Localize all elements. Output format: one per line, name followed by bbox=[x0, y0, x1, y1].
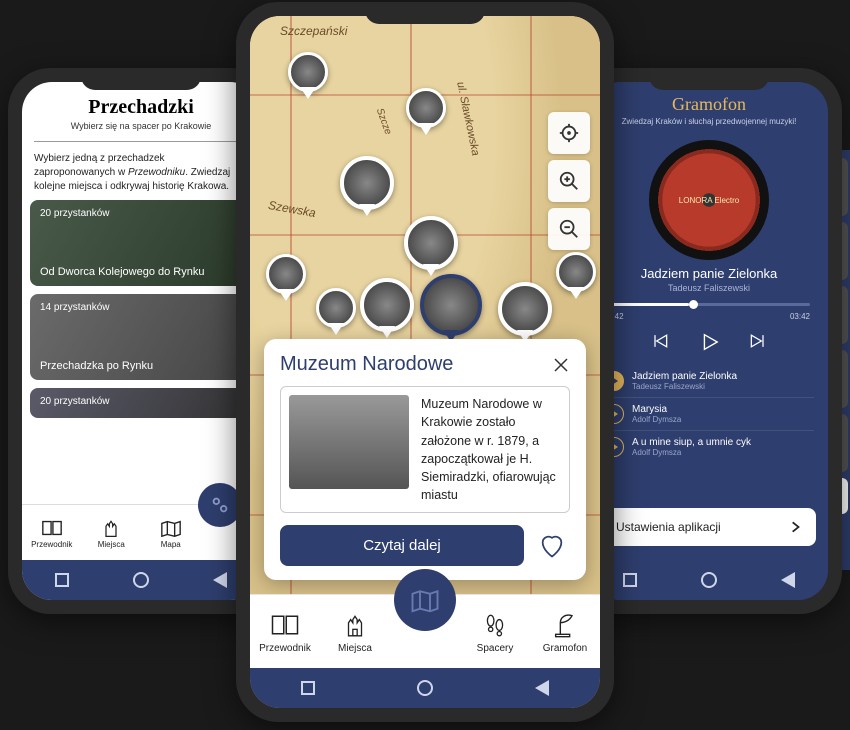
notch bbox=[649, 68, 769, 90]
tab-miejsca[interactable]: Miejsca bbox=[82, 516, 142, 549]
phone-map: Szczepański ul. Sławkowska Szewska Szcze bbox=[236, 2, 614, 722]
map-pin[interactable] bbox=[340, 156, 394, 210]
zoom-out-button[interactable] bbox=[548, 208, 590, 250]
walk-stops: 20 przystanków bbox=[40, 208, 109, 219]
back-icon[interactable] bbox=[779, 571, 797, 589]
gramophone-icon bbox=[530, 609, 600, 641]
recents-icon[interactable] bbox=[53, 571, 71, 589]
map-pin[interactable] bbox=[316, 288, 356, 328]
zoom-in-button[interactable] bbox=[548, 160, 590, 202]
tab-przewodnik[interactable]: Przewodnik bbox=[250, 609, 320, 654]
map-pin[interactable] bbox=[406, 88, 446, 128]
street-label: Szczepański bbox=[280, 24, 347, 38]
walk-name: Przechadzka po Rynku bbox=[40, 360, 153, 372]
place-description: Muzeum Narodowe w Krakowie zostało założ… bbox=[421, 395, 561, 504]
chevron-right-icon bbox=[788, 520, 802, 534]
back-icon[interactable] bbox=[211, 571, 229, 589]
playlist-item[interactable]: MarysiaAdolf Dymsza bbox=[604, 397, 814, 430]
recents-icon[interactable] bbox=[299, 679, 317, 697]
book-icon bbox=[22, 516, 82, 540]
phone-walks: Przechadzki Wybierz się na spacer po Kra… bbox=[8, 68, 274, 614]
locate-button[interactable] bbox=[548, 112, 590, 154]
crosshair-icon bbox=[558, 122, 580, 144]
tab-gramofon[interactable]: Gramofon bbox=[530, 609, 600, 654]
zoom-in-icon bbox=[558, 170, 580, 192]
page-title: Gramofon bbox=[594, 94, 824, 115]
map-pin[interactable] bbox=[404, 216, 458, 270]
back-icon[interactable] bbox=[533, 679, 551, 697]
map-pin-selected[interactable] bbox=[420, 274, 482, 336]
map-pin[interactable] bbox=[360, 278, 414, 332]
map[interactable]: Szczepański ul. Sławkowska Szewska Szcze bbox=[250, 16, 600, 594]
now-playing-artist: Tadeusz Faliszewski bbox=[590, 283, 828, 293]
notch bbox=[365, 2, 485, 24]
zoom-out-icon bbox=[558, 218, 580, 240]
footsteps-icon bbox=[460, 609, 530, 641]
record-label: LONORA Electro bbox=[679, 196, 739, 205]
now-playing-title: Jadziem panie Zielonka bbox=[590, 266, 828, 281]
active-tab-bubble[interactable] bbox=[394, 569, 456, 631]
android-nav bbox=[22, 560, 260, 600]
progress-bar[interactable] bbox=[608, 303, 810, 306]
map-pin[interactable] bbox=[288, 52, 328, 92]
play-button[interactable] bbox=[698, 331, 720, 353]
intro-text: Wybierz jedną z przechadzek zaproponowan… bbox=[22, 146, 260, 200]
place-info-card: Muzeum Narodowe Muzeum Narodowe w Krakow… bbox=[264, 339, 586, 580]
recents-icon[interactable] bbox=[621, 571, 639, 589]
close-button[interactable] bbox=[552, 356, 570, 374]
settings-button[interactable]: Ustawienia aplikacji bbox=[602, 508, 816, 546]
read-more-button[interactable]: Czytaj dalej bbox=[280, 525, 524, 566]
walk-card[interactable]: 14 przystanków Przechadzka po Rynku bbox=[30, 294, 252, 380]
place-photo bbox=[289, 395, 409, 489]
map-icon bbox=[410, 587, 440, 613]
tab-bar: Przewodnik Miejsca Spacery Gramofon bbox=[250, 594, 600, 668]
notch bbox=[81, 68, 201, 90]
castle-icon bbox=[320, 609, 390, 641]
book-icon bbox=[250, 609, 320, 641]
walks-list[interactable]: 20 przystanków Od Dworca Kolejowego do R… bbox=[22, 200, 260, 504]
record-disc: LONORA Electro bbox=[649, 140, 769, 260]
home-icon[interactable] bbox=[416, 679, 434, 697]
walk-card[interactable]: 20 przystanków bbox=[30, 388, 252, 418]
page-title: Przechadzki bbox=[30, 96, 252, 119]
tab-przewodnik[interactable]: Przewodnik bbox=[22, 516, 82, 549]
home-icon[interactable] bbox=[700, 571, 718, 589]
tab-miejsca[interactable]: Miejsca bbox=[320, 609, 390, 654]
map-pin[interactable] bbox=[556, 252, 596, 292]
prev-track-button[interactable] bbox=[650, 331, 670, 353]
page-subtitle: Wybierz się na spacer po Krakowie bbox=[30, 121, 252, 131]
place-title: Muzeum Narodowe bbox=[280, 353, 453, 376]
map-pin[interactable] bbox=[266, 254, 306, 294]
map-pin[interactable] bbox=[498, 282, 552, 336]
page-subtitle: Zwiedzaj Kraków i słuchaj przedwojennej … bbox=[594, 117, 824, 126]
home-icon[interactable] bbox=[132, 571, 150, 589]
tab-bar: Przewodnik Miejsca Mapa bbox=[22, 504, 260, 560]
tab-mapa[interactable]: Mapa bbox=[141, 516, 201, 549]
android-nav bbox=[590, 560, 828, 600]
map-icon bbox=[141, 516, 201, 540]
close-icon bbox=[552, 356, 570, 374]
walk-stops: 20 przystanków bbox=[40, 396, 109, 407]
favorite-button[interactable] bbox=[534, 528, 570, 564]
heart-icon bbox=[537, 532, 567, 560]
android-nav bbox=[250, 668, 600, 708]
castle-icon bbox=[82, 516, 142, 540]
playlist-item[interactable]: A u mine siup, a umnie cykAdolf Dymsza bbox=[604, 430, 814, 463]
tab-spacery[interactable]: Spacery bbox=[460, 609, 530, 654]
walk-stops: 14 przystanków bbox=[40, 302, 109, 313]
next-track-button[interactable] bbox=[748, 331, 768, 353]
phone-gramofon: Gramofon Zwiedzaj Kraków i słuchaj przed… bbox=[576, 68, 842, 614]
walk-name: Od Dworca Kolejowego do Rynku bbox=[40, 266, 204, 278]
playlist: Jadziem panie ZielonkaTadeusz Faliszewsk… bbox=[590, 365, 828, 463]
time-total: 03:42 bbox=[790, 312, 810, 321]
playlist-item[interactable]: Jadziem panie ZielonkaTadeusz Faliszewsk… bbox=[604, 365, 814, 397]
walk-card[interactable]: 20 przystanków Od Dworca Kolejowego do R… bbox=[30, 200, 252, 286]
